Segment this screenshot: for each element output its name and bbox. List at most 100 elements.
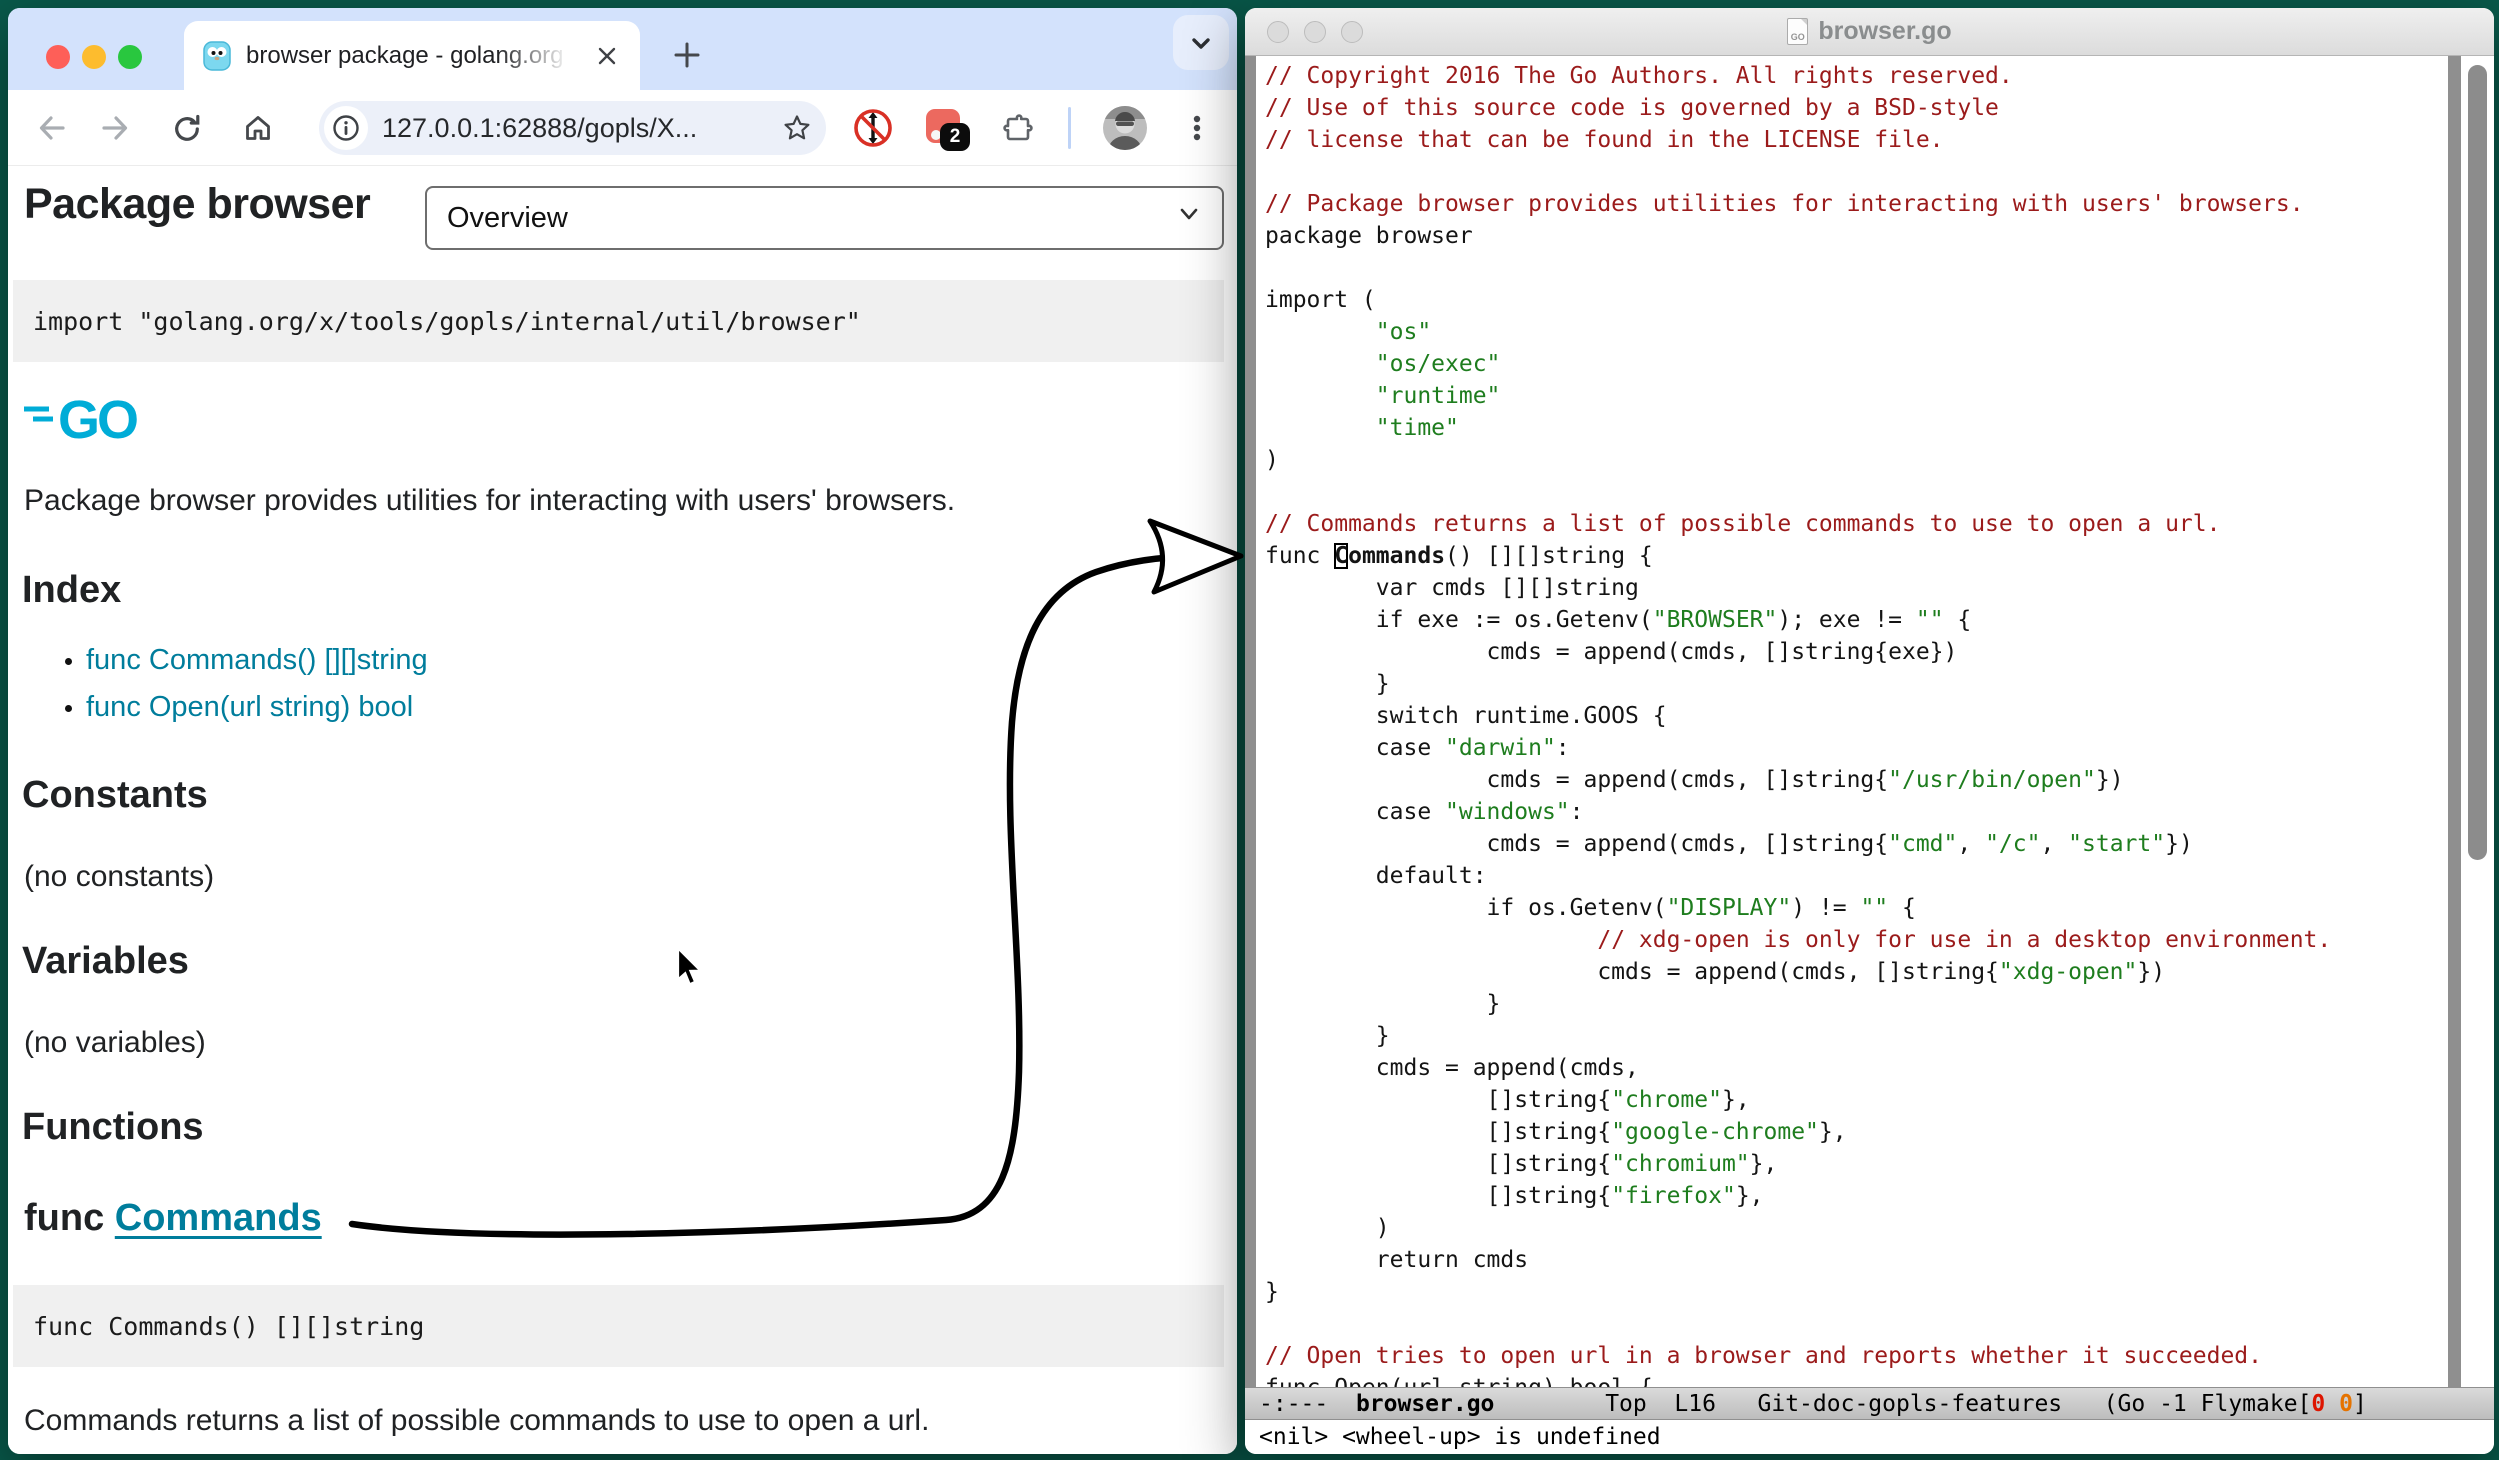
- code-line: cmds = append(cmds, []string{"xdg-open"}…: [1265, 956, 2434, 988]
- tab-title: browser package - golang.org: [246, 42, 580, 70]
- code-line: "os/exec": [1265, 348, 2434, 380]
- editor-code: // Copyright 2016 The Go Authors. All ri…: [1265, 60, 2434, 1387]
- address-bar[interactable]: 127.0.0.1:62888/gopls/X...: [319, 101, 826, 155]
- code-line: // Commands returns a list of possible c…: [1265, 508, 2434, 540]
- kebab-menu-icon[interactable]: [1174, 105, 1220, 151]
- go-logo: GO: [22, 390, 154, 451]
- site-info-icon[interactable]: [324, 106, 368, 150]
- desktop: { "colors":{ "desktop":"#095a4b", "tabst…: [0, 0, 2499, 1460]
- code-line: "runtime": [1265, 380, 2434, 412]
- code-line: []string{"firefox"},: [1265, 1180, 2434, 1212]
- window-title-text: browser.go: [1818, 17, 1951, 46]
- code-line: import (: [1265, 284, 2434, 316]
- code-line: [1265, 1308, 2434, 1340]
- emacs-titlebar[interactable]: GO browser.go: [1245, 8, 2494, 56]
- code-line: case "windows":: [1265, 796, 2434, 828]
- variables-heading: Variables: [22, 940, 189, 983]
- code-line: "os": [1265, 316, 2434, 348]
- list-item: func Commands() [][]string: [86, 644, 428, 677]
- code-line: cmds = append(cmds, []string{"/usr/bin/o…: [1265, 764, 2434, 796]
- code-line: "time": [1265, 412, 2434, 444]
- code-line: cmds = append(cmds, []string{exe}): [1265, 636, 2434, 668]
- emacs-window: GO browser.go // Copyright 2016 The Go A…: [1245, 8, 2494, 1454]
- code-line: // Copyright 2016 The Go Authors. All ri…: [1265, 60, 2434, 92]
- zoom-window-button[interactable]: [1341, 21, 1363, 43]
- functions-heading: Functions: [22, 1106, 204, 1149]
- scroll-blocker-extension-icon[interactable]: [850, 105, 896, 151]
- chevron-down-icon: [1176, 201, 1202, 235]
- code-line: func Commands() [][]string {: [1265, 540, 2434, 572]
- code-line: if exe := os.Getenv("BROWSER"); exe != "…: [1265, 604, 2434, 636]
- import-statement: import "golang.org/x/tools/gopls/interna…: [33, 307, 861, 336]
- window-controls-inactive[interactable]: [1267, 21, 1363, 43]
- constants-heading: Constants: [22, 774, 208, 817]
- home-icon[interactable]: [235, 105, 281, 151]
- chrome-window: browser package - golang.org: [8, 8, 1237, 1454]
- minimize-window-button[interactable]: [82, 45, 106, 69]
- toolbar-divider: [1068, 107, 1071, 149]
- func-description: Commands returns a list of possible comm…: [24, 1404, 929, 1438]
- package-description: Package browser provides utilities for i…: [24, 484, 955, 518]
- profile-avatar[interactable]: [1102, 105, 1148, 151]
- file-document-icon: GO: [1787, 18, 1808, 45]
- index-link-commands[interactable]: func Commands() [][]string: [86, 644, 428, 676]
- index-list: func Commands() [][]string func Open(url…: [58, 644, 428, 738]
- forward-icon[interactable]: [92, 105, 138, 151]
- close-tab-icon[interactable]: [590, 39, 624, 73]
- scrollbar-thumb[interactable]: [2468, 65, 2487, 860]
- right-scrollbar-track[interactable]: [2448, 56, 2461, 1387]
- code-line: []string{"chrome"},: [1265, 1084, 2434, 1116]
- bookmark-star-icon[interactable]: [782, 113, 812, 143]
- code-line: package browser: [1265, 220, 2434, 252]
- mode-line-text: -:--- browser.go Top L16 Git-doc-gopls-f…: [1259, 1391, 2367, 1417]
- left-scrollbar-track[interactable]: [1245, 56, 1256, 1387]
- svg-text:GO: GO: [58, 390, 137, 446]
- tab-search-chevron-button[interactable]: [1173, 15, 1229, 70]
- close-window-button[interactable]: [46, 45, 70, 69]
- minimize-window-button[interactable]: [1304, 21, 1326, 43]
- code-line: [1265, 252, 2434, 284]
- new-tab-button[interactable]: [664, 32, 710, 78]
- browser-tab[interactable]: browser package - golang.org: [184, 21, 640, 90]
- go-gopher-favicon: [202, 41, 232, 71]
- back-icon[interactable]: [29, 105, 75, 151]
- tab-strip: browser package - golang.org: [8, 8, 1237, 90]
- overview-select-value: Overview: [447, 202, 568, 235]
- overview-select[interactable]: Overview: [425, 186, 1224, 250]
- code-line: // license that can be found in the LICE…: [1265, 124, 2434, 156]
- code-line: ): [1265, 444, 2434, 476]
- zoom-window-button[interactable]: [118, 45, 142, 69]
- extensions-puzzle-icon[interactable]: [994, 105, 1040, 151]
- echo-area: <nil> <wheel-up> is undefined: [1245, 1420, 2494, 1454]
- index-heading: Index: [22, 569, 121, 612]
- code-line: []string{"chromium"},: [1265, 1148, 2434, 1180]
- extension-with-badge-icon[interactable]: 2: [922, 105, 968, 151]
- mode-line: -:--- browser.go Top L16 Git-doc-gopls-f…: [1245, 1387, 2494, 1420]
- reload-icon[interactable]: [164, 105, 210, 151]
- code-line: // Package browser provides utilities fo…: [1265, 188, 2434, 220]
- code-line: }: [1265, 668, 2434, 700]
- close-window-button[interactable]: [1267, 21, 1289, 43]
- page-title: Package browser: [24, 180, 370, 229]
- code-line: ): [1265, 1212, 2434, 1244]
- emacs-buffer[interactable]: // Copyright 2016 The Go Authors. All ri…: [1245, 56, 2494, 1387]
- url-text[interactable]: 127.0.0.1:62888/gopls/X...: [382, 113, 782, 144]
- code-line: [1265, 476, 2434, 508]
- browser-toolbar: 127.0.0.1:62888/gopls/X... 2: [8, 90, 1237, 166]
- func-commands-link[interactable]: Commands: [115, 1197, 322, 1239]
- code-line: case "darwin":: [1265, 732, 2434, 764]
- code-line: }: [1265, 1276, 2434, 1308]
- code-line: }: [1265, 1020, 2434, 1052]
- code-line: switch runtime.GOOS {: [1265, 700, 2434, 732]
- func-signature: func Commands() [][]string: [33, 1312, 424, 1341]
- code-line: // Use of this source code is governed b…: [1265, 92, 2434, 124]
- func-keyword: func: [24, 1197, 115, 1239]
- code-line: if os.Getenv("DISPLAY") != "" {: [1265, 892, 2434, 924]
- func-signature-block: func Commands() [][]string: [13, 1285, 1224, 1367]
- code-line: }: [1265, 988, 2434, 1020]
- code-line: [1265, 156, 2434, 188]
- index-link-open[interactable]: func Open(url string) bool: [86, 691, 413, 723]
- code-line: // xdg-open is only for use in a desktop…: [1265, 924, 2434, 956]
- import-code-block: import "golang.org/x/tools/gopls/interna…: [13, 280, 1224, 362]
- code-line: func Open(url string) bool {: [1265, 1372, 2434, 1387]
